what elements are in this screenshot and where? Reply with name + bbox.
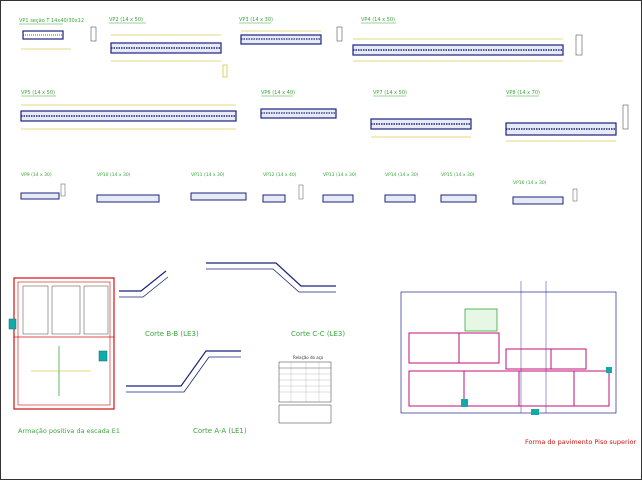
beam-title: VP10 (14 x 30) xyxy=(97,172,131,178)
beam-title: VP12 (14 x 40) xyxy=(263,172,297,178)
beam-title: VP15 (14 x 30) xyxy=(441,172,475,178)
beam-title: VP3 (14 x 30) xyxy=(239,17,273,23)
beam-title: VP14 (14 x 30) xyxy=(385,172,419,178)
beam-detail-vp2: VP2 (14 x 50) xyxy=(109,17,228,78)
beam-detail-vp3: VP3 (14 x 30) xyxy=(239,17,343,45)
beam-detail-vp8: VP8 (14 x 70) xyxy=(505,90,629,142)
section-bb-label: Corte B-B (LE3) xyxy=(145,330,199,338)
beam-detail-vp5: VP5 (14 x 50) xyxy=(20,90,237,130)
beam-title: VP6 (14 x 40) xyxy=(261,90,295,96)
section-aa: Corte A-A (LE1) xyxy=(126,350,247,435)
beam-title: VP16 (14 x 30) xyxy=(513,180,547,186)
section-bb: Corte B-B (LE3) xyxy=(119,270,199,338)
stair-plan-caption: Armação positiva da escada E1 xyxy=(18,427,120,435)
floor-plan: Forma do pavimento Piso superior xyxy=(400,281,636,446)
cad-drawing: VP1 seção T 14x40/30x12 VP2 (14 x 50) VP… xyxy=(8,17,636,446)
stair-plan: Armação positiva da escada E1 xyxy=(8,277,120,435)
beam-title: VP1 seção T 14x40/30x12 xyxy=(19,18,84,24)
steel-table-title: Relação do aço xyxy=(293,355,324,360)
beam-detail-vp1: VP1 seção T 14x40/30x12 xyxy=(19,18,97,50)
beam-title: VP9 (14 x 30) xyxy=(21,172,52,178)
section-cc: Corte C-C (LE3) xyxy=(206,262,345,338)
beam-detail-vp4: VP4 (14 x 50) xyxy=(352,17,583,62)
section-cc-label: Corte C-C (LE3) xyxy=(291,330,345,338)
beam-title: VP4 (14 x 50) xyxy=(361,17,395,23)
beam-detail-vp6: VP6 (14 x 40) xyxy=(260,90,337,119)
beam-title: VP11 (14 x 30) xyxy=(191,172,225,178)
beam-details-row3: VP9 (14 x 30) VP10 (14 x 30) VP11 (14 x … xyxy=(20,172,578,205)
beam-title: VP13 (14 x 30) xyxy=(323,172,357,178)
floor-plan-caption: Forma do pavimento Piso superior xyxy=(525,438,636,446)
drawing-sheet: VP1 seção T 14x40/30x12 VP2 (14 x 50) VP… xyxy=(0,0,642,480)
beam-detail-vp7: VP7 (14 x 50) xyxy=(370,90,472,138)
beam-title: VP7 (14 x 50) xyxy=(373,90,407,96)
beam-title: VP5 (14 x 50) xyxy=(21,90,55,96)
beam-title: VP2 (14 x 50) xyxy=(109,17,143,23)
steel-table: Relação do aço xyxy=(278,355,332,424)
section-aa-label: Corte A-A (LE1) xyxy=(193,427,247,435)
beam-title: VP8 (14 x 70) xyxy=(506,90,540,96)
